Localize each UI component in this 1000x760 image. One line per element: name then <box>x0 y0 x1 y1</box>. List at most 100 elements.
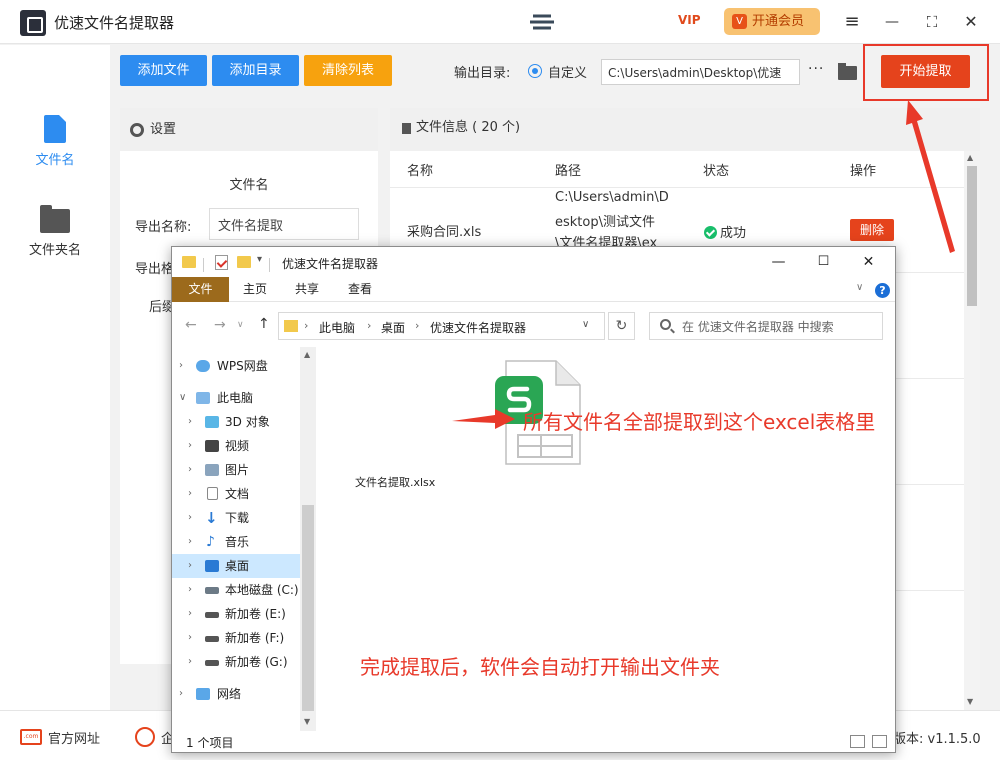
chevron-right-icon[interactable]: › <box>188 626 192 650</box>
file-info-header: 文件信息 ( 20 个) <box>390 108 980 151</box>
chevron-right-icon[interactable]: › <box>188 506 192 530</box>
tree-item-local-disk-c[interactable]: › 本地磁盘 (C:) <box>172 578 300 602</box>
chevron-right-icon[interactable]: › <box>188 602 192 626</box>
scroll-down-icon[interactable]: ▼ <box>967 697 973 706</box>
tree-item-wps-cloud[interactable]: › WPS网盘 <box>172 354 300 378</box>
tree-item-videos[interactable]: › 视频 <box>172 434 300 458</box>
close-icon[interactable]: ✕ <box>958 9 984 35</box>
new-folder-icon[interactable] <box>237 256 251 268</box>
official-website-link[interactable]: 官方网址 <box>48 728 100 747</box>
customize-toolbar-icon[interactable]: ▾ <box>257 254 262 265</box>
navigation-pane: › WPS网盘 ∨ 此电脑 › 3D 对象 › 视频 › 图片 › 文档 › ↓… <box>172 347 316 731</box>
up-arrow-icon[interactable]: ↑ <box>258 316 270 332</box>
xlsx-file-name[interactable]: 文件名提取.xlsx <box>355 474 435 490</box>
tree-item-downloads[interactable]: › ↓ 下载 <box>172 506 300 530</box>
breadcrumb-folder[interactable]: 优速文件名提取器 <box>430 319 526 336</box>
explorer-search[interactable] <box>649 312 883 340</box>
large-icons-view-icon[interactable] <box>872 735 887 748</box>
tree-item-3d-objects[interactable]: › 3D 对象 <box>172 410 300 434</box>
folder-icon[interactable] <box>182 256 196 268</box>
tree-item-desktop[interactable]: › 桌面 <box>172 554 300 578</box>
scroll-down-icon[interactable]: ▼ <box>304 717 310 726</box>
drive-icon <box>205 636 219 642</box>
chevron-right-icon[interactable]: › <box>188 482 192 506</box>
chevron-right-icon[interactable]: › <box>188 650 192 674</box>
file-list-scrollbar[interactable]: ▲ ▼ <box>964 151 980 710</box>
brand-logo-icon <box>530 14 554 30</box>
menu-icon[interactable]: ≡ <box>839 9 865 35</box>
scrollbar-thumb[interactable] <box>302 505 314 711</box>
app-title: 优速文件名提取器 <box>54 14 175 32</box>
expand-ribbon-icon[interactable]: ∨ <box>856 282 863 293</box>
navigation-scrollbar[interactable]: ▲ ▼ <box>300 347 316 731</box>
sidebar-item-filename[interactable]: 文件名 <box>0 115 110 185</box>
add-directory-button[interactable]: 添加目录 <box>212 55 299 86</box>
chevron-right-icon[interactable]: › <box>188 554 192 578</box>
chevron-right-icon[interactable]: › <box>188 530 192 554</box>
properties-icon[interactable] <box>215 255 228 270</box>
tree-item-documents[interactable]: › 文档 <box>172 482 300 506</box>
tab-file[interactable]: 文件 <box>172 277 229 302</box>
tree-item-volume-e[interactable]: › 新加卷 (E:) <box>172 602 300 626</box>
breadcrumb-separator: › <box>415 319 420 332</box>
chevron-right-icon[interactable]: › <box>188 578 192 602</box>
refresh-icon[interactable]: ↻ <box>608 312 635 340</box>
clear-list-button[interactable]: 清除列表 <box>304 55 392 86</box>
custom-output-radio[interactable] <box>528 64 542 78</box>
separator <box>269 258 270 272</box>
maximize-icon[interactable]: ⛶ <box>919 9 945 35</box>
explorer-status-bar: 1 个项目 <box>172 731 895 752</box>
recent-locations-icon[interactable]: ∨ <box>237 320 244 330</box>
scroll-up-icon[interactable]: ▲ <box>967 153 973 162</box>
tab-share[interactable]: 共享 <box>295 277 319 302</box>
quick-access-toolbar: ▾ <box>181 254 271 272</box>
address-bar[interactable]: › 此电脑 › 桌面 › 优速文件名提取器 ∨ <box>278 312 605 340</box>
help-icon[interactable]: ? <box>875 283 890 298</box>
tab-view[interactable]: 查看 <box>348 277 372 302</box>
tree-item-pictures[interactable]: › 图片 <box>172 458 300 482</box>
vip-badge-small[interactable]: VIP <box>678 13 701 27</box>
add-file-button[interactable]: 添加文件 <box>120 55 207 86</box>
breadcrumb-desktop[interactable]: 桌面 <box>381 319 405 336</box>
explorer-maximize-icon[interactable]: ☐ <box>801 250 846 274</box>
explorer-minimize-icon[interactable]: — <box>756 250 801 274</box>
chevron-right-icon[interactable]: › <box>188 410 192 434</box>
open-folder-icon[interactable] <box>838 63 857 80</box>
chevron-right-icon[interactable]: › <box>179 354 183 378</box>
tree-item-this-pc[interactable]: ∨ 此电脑 <box>172 386 300 410</box>
minimize-icon[interactable]: — <box>879 9 905 35</box>
scrollbar-thumb[interactable] <box>967 166 977 306</box>
annotation-auto-open-note: 完成提取后，软件会自动打开输出文件夹 <box>360 655 720 679</box>
tree-item-label: 图片 <box>225 463 250 477</box>
annotation-excel-note: 所有文件名全部提取到这个excel表格里 <box>523 410 876 434</box>
forward-arrow-icon[interactable]: → <box>214 317 226 333</box>
delete-row-button[interactable]: 删除 <box>850 219 894 241</box>
address-dropdown-icon[interactable]: ∨ <box>582 319 589 330</box>
tree-item-music[interactable]: › ♪ 音乐 <box>172 530 300 554</box>
crown-icon: V <box>732 14 747 29</box>
back-arrow-icon[interactable]: ← <box>185 317 197 333</box>
export-name-input[interactable] <box>209 208 359 240</box>
chevron-right-icon[interactable]: › <box>188 458 192 482</box>
row-divider <box>390 187 964 188</box>
scroll-up-icon[interactable]: ▲ <box>304 350 310 359</box>
breadcrumb-separator: › <box>367 319 372 332</box>
tree-item-network[interactable]: › 网络 <box>172 682 300 706</box>
chevron-right-icon[interactable]: › <box>179 682 183 706</box>
explorer-search-input[interactable] <box>682 317 877 337</box>
open-vip-button[interactable]: V 开通会员 <box>724 8 820 35</box>
start-extract-button[interactable]: 开始提取 <box>881 55 970 88</box>
sidebar-item-foldername[interactable]: 文件夹名 <box>0 205 110 277</box>
chevron-right-icon[interactable]: › <box>188 434 192 458</box>
more-options-icon[interactable]: ··· <box>808 61 824 77</box>
chevron-down-icon[interactable]: ∨ <box>179 386 186 410</box>
explorer-close-icon[interactable]: ✕ <box>846 250 891 274</box>
picture-icon <box>205 464 219 476</box>
breadcrumb-this-pc[interactable]: 此电脑 <box>319 319 355 336</box>
tab-home[interactable]: 主页 <box>243 277 267 302</box>
tree-item-label: 视频 <box>225 439 250 453</box>
tree-item-volume-f[interactable]: › 新加卷 (F:) <box>172 626 300 650</box>
tree-item-volume-g[interactable]: › 新加卷 (G:) <box>172 650 300 674</box>
details-view-icon[interactable] <box>850 735 865 748</box>
output-path-input[interactable] <box>601 59 800 85</box>
